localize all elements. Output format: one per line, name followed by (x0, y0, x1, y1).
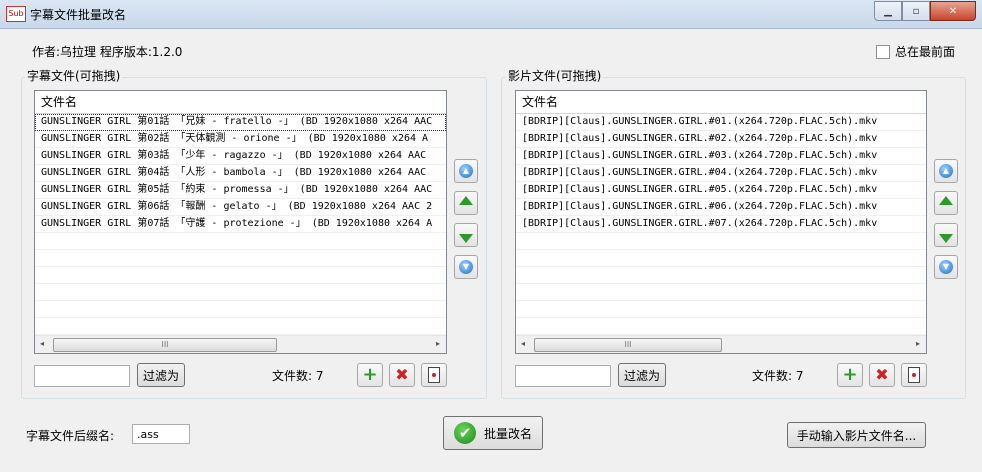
empty-row (516, 284, 926, 301)
list-item[interactable]: [BDRIP][Claus].GUNSLINGER.GIRL.#05.(x264… (516, 182, 926, 199)
move-down-button[interactable] (454, 223, 478, 247)
list-item[interactable]: [BDRIP][Claus].GUNSLINGER.GIRL.#06.(x264… (516, 199, 926, 216)
empty-row (35, 250, 446, 267)
delete-icon: ✖ (875, 365, 889, 384)
video-file-count: 文件数: 7 (752, 369, 804, 383)
scroll-thumb[interactable]: III (53, 338, 277, 352)
move-bottom-button[interactable]: ▼ (454, 255, 478, 279)
clear-subtitles-button[interactable] (421, 363, 447, 387)
subtitle-file-list[interactable]: 文件名 GUNSLINGER GIRL 第01話 「兄妹 - fratello … (34, 90, 447, 354)
arrow-down-icon (939, 233, 953, 243)
empty-row (35, 284, 446, 301)
list-item[interactable]: [BDRIP][Claus].GUNSLINGER.GIRL.#04.(x264… (516, 165, 926, 182)
empty-row (516, 267, 926, 284)
scroll-right-arrow-icon[interactable]: ▸ (916, 339, 920, 348)
move-up-button[interactable] (454, 191, 478, 215)
horizontal-scrollbar[interactable]: ◂ III ▸ (516, 335, 926, 353)
scroll-left-arrow-icon[interactable]: ◂ (40, 339, 44, 348)
remove-subtitle-button[interactable]: ✖ (389, 363, 415, 387)
empty-row (35, 301, 446, 318)
empty-row (516, 301, 926, 318)
batch-rename-label: 批量改名 (483, 426, 532, 441)
scroll-left-arrow-icon[interactable]: ◂ (521, 339, 525, 348)
list-item[interactable]: GUNSLINGER GIRL 第02話 「天体観測 - orione -」 (… (35, 131, 446, 148)
empty-row (35, 318, 446, 335)
list-item[interactable]: GUNSLINGER GIRL 第04話 「人形 - bambola -」 (B… (35, 165, 446, 182)
always-on-top-toggle[interactable]: 总在最前面 (876, 43, 955, 60)
subtitle-group-label: 字幕文件(可拖拽) (25, 67, 123, 84)
manual-input-button[interactable]: 手动输入影片文件名... (787, 422, 926, 448)
column-header-filename[interactable]: 文件名 (35, 91, 446, 114)
list-item[interactable]: [BDRIP][Claus].GUNSLINGER.GIRL.#02.(x264… (516, 131, 926, 148)
list-item[interactable]: GUNSLINGER GIRL 第07話 「守護 - protezione -」… (35, 216, 446, 233)
move-bottom-button[interactable]: ▼ (934, 255, 958, 279)
list-item[interactable]: GUNSLINGER GIRL 第01話 「兄妹 - fratello -」 (… (35, 114, 446, 131)
maximize-button[interactable]: ▫ (902, 1, 930, 21)
clear-list-icon (908, 367, 920, 383)
subtitle-file-count: 文件数: 7 (272, 369, 324, 383)
list-item[interactable]: GUNSLINGER GIRL 第06話 「報酬 - gelato -」 (BD… (35, 199, 446, 216)
batch-rename-button[interactable]: ✔ 批量改名 (443, 416, 543, 450)
empty-row (35, 267, 446, 284)
video-filter-button[interactable]: 过滤为 (618, 363, 666, 387)
video-file-list[interactable]: 文件名 [BDRIP][Claus].GUNSLINGER.GIRL.#01.(… (515, 90, 927, 354)
list-item[interactable]: GUNSLINGER GIRL 第03話 「少年 - ragazzo -」 (B… (35, 148, 446, 165)
subtitle-suffix-label: 字幕文件后缀名: (26, 429, 115, 443)
move-bottom-icon: ▼ (939, 260, 953, 274)
video-group-label: 影片文件(可拖拽) (506, 67, 604, 84)
minimize-button[interactable]: ▁ (874, 1, 902, 21)
empty-row (516, 233, 926, 250)
subtitle-filter-input[interactable] (34, 365, 130, 387)
plus-icon: + (362, 364, 378, 385)
move-top-button[interactable]: ▲ (934, 159, 958, 183)
window-title: 字幕文件批量改名 (30, 8, 127, 22)
author-version-label: 作者:乌拉理 程序版本:1.2.0 (32, 45, 183, 59)
list-item[interactable]: GUNSLINGER GIRL 第05話 「約束 - promessa -」 (… (35, 182, 446, 199)
scroll-right-arrow-icon[interactable]: ▸ (436, 339, 440, 348)
close-button[interactable]: ✕ (930, 1, 976, 21)
checkmark-icon: ✔ (453, 422, 476, 444)
subtitle-filter-button[interactable]: 过滤为 (137, 363, 185, 387)
list-item[interactable]: [BDRIP][Claus].GUNSLINGER.GIRL.#03.(x264… (516, 148, 926, 165)
list-item[interactable]: [BDRIP][Claus].GUNSLINGER.GIRL.#07.(x264… (516, 216, 926, 233)
subtitle-suffix-input[interactable]: .ass (132, 424, 190, 444)
scroll-thumb[interactable]: III (534, 338, 722, 352)
move-bottom-icon: ▼ (459, 260, 473, 274)
plus-icon: + (842, 364, 858, 385)
move-down-button[interactable] (934, 223, 958, 247)
clear-list-icon (428, 367, 440, 383)
arrow-down-icon (459, 233, 473, 243)
video-filter-input[interactable] (515, 365, 611, 387)
window-controls: ▁ ▫ ✕ (874, 1, 976, 21)
always-on-top-label: 总在最前面 (895, 45, 956, 59)
move-top-button[interactable]: ▲ (454, 159, 478, 183)
remove-video-button[interactable]: ✖ (869, 363, 895, 387)
move-top-icon: ▲ (939, 164, 953, 178)
add-video-button[interactable]: + (837, 363, 863, 387)
clear-videos-button[interactable] (901, 363, 927, 387)
column-header-filename[interactable]: 文件名 (516, 91, 926, 114)
app-icon: Sub (6, 6, 26, 22)
arrow-up-icon (459, 195, 473, 205)
move-top-icon: ▲ (459, 164, 473, 178)
empty-row (516, 318, 926, 335)
delete-icon: ✖ (395, 365, 409, 384)
always-on-top-checkbox[interactable] (876, 44, 890, 59)
video-list-body: [BDRIP][Claus].GUNSLINGER.GIRL.#01.(x264… (516, 114, 926, 335)
add-subtitle-button[interactable]: + (357, 363, 383, 387)
horizontal-scrollbar[interactable]: ◂ III ▸ (35, 335, 446, 353)
title-bar: Sub 字幕文件批量改名 ▁ ▫ ✕ (0, 0, 982, 29)
empty-row (516, 250, 926, 267)
subtitle-list-body: GUNSLINGER GIRL 第01話 「兄妹 - fratello -」 (… (35, 114, 446, 335)
move-up-button[interactable] (934, 191, 958, 215)
list-item[interactable]: [BDRIP][Claus].GUNSLINGER.GIRL.#01.(x264… (516, 114, 926, 131)
arrow-up-icon (939, 195, 953, 205)
empty-row (35, 233, 446, 250)
